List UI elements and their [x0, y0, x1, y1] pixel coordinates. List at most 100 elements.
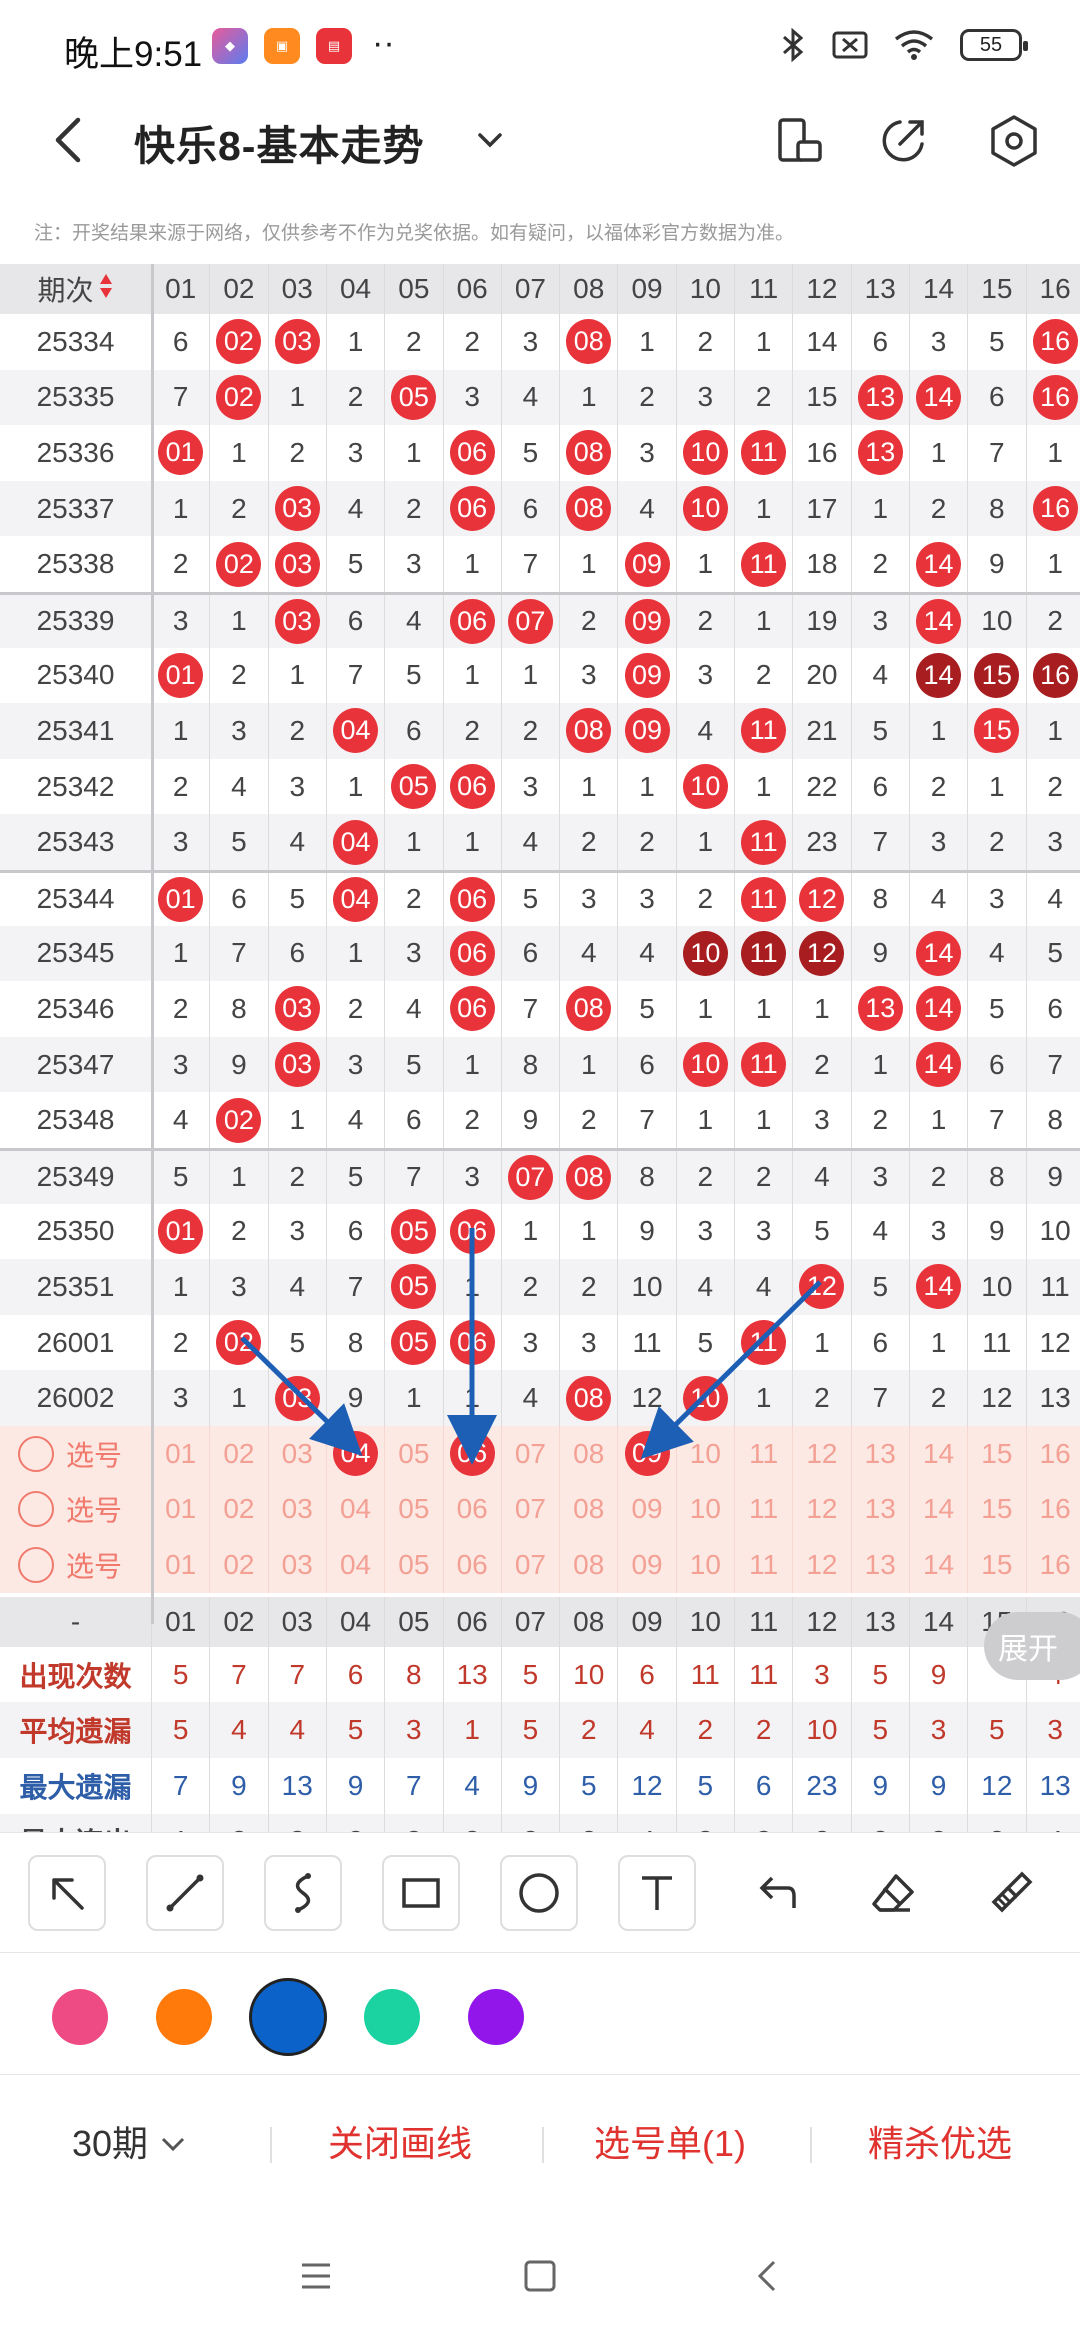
pick-number[interactable]: 11 — [734, 1481, 792, 1538]
sort-icon[interactable] — [98, 272, 114, 307]
pick-number[interactable]: 14 — [908, 1481, 967, 1538]
pick-number[interactable]: 12 — [792, 1426, 850, 1482]
pick-number[interactable]: 10 — [675, 1537, 734, 1593]
table-cell: 03 — [267, 536, 326, 592]
text-tool[interactable] — [618, 1855, 696, 1931]
status-right: 55 — [780, 28, 1028, 62]
pick-number[interactable]: 06 — [442, 1481, 501, 1538]
pick-number[interactable]: 11 — [734, 1426, 792, 1482]
pick-number[interactable]: 08 — [559, 1537, 617, 1593]
back-icon[interactable] — [748, 2256, 788, 2296]
color-purple[interactable] — [468, 1989, 524, 2045]
table-cell: 1 — [325, 925, 384, 982]
pick-number[interactable]: 12 — [792, 1481, 850, 1538]
chevron-down-icon[interactable] — [470, 120, 510, 160]
pick-number[interactable]: 10 — [675, 1481, 734, 1538]
pick-number[interactable]: 14 — [908, 1537, 967, 1593]
color-blue-selected[interactable] — [249, 1978, 327, 2056]
line-tool[interactable] — [146, 1855, 224, 1931]
undo-tool[interactable] — [736, 1855, 814, 1931]
color-orange[interactable] — [156, 1989, 212, 2045]
pick-number[interactable]: 02 — [209, 1481, 267, 1538]
table-cell: 5 — [325, 536, 384, 592]
pick-number[interactable]: 01 — [151, 1481, 209, 1538]
clear-tool[interactable] — [972, 1855, 1050, 1931]
pick-number[interactable]: 04 — [325, 1537, 384, 1593]
table-cell: 1 — [151, 480, 209, 537]
pick-number[interactable]: 02 — [209, 1537, 267, 1593]
pick-number[interactable]: 12 — [792, 1537, 850, 1593]
pick-number[interactable]: 04 — [325, 1481, 384, 1538]
column-header: 15 — [967, 264, 1025, 314]
pick-number[interactable]: 07 — [500, 1537, 559, 1593]
page-title[interactable]: 快乐8-基本走势 — [134, 112, 424, 172]
precise-select-button[interactable]: 精杀优选 — [868, 2115, 1012, 2167]
pick-number[interactable]: 16 — [1025, 1481, 1080, 1538]
drawn-number-ball: 14 — [916, 598, 962, 644]
pick-number[interactable]: 03 — [267, 1537, 326, 1593]
share-icon[interactable] — [874, 112, 932, 170]
pick-number[interactable]: 13 — [850, 1537, 909, 1593]
radio-circle-icon[interactable] — [18, 1546, 54, 1583]
pick-number[interactable]: 09 — [617, 1426, 675, 1482]
pick-number[interactable]: 15 — [967, 1537, 1025, 1593]
pick-number[interactable]: 04 — [325, 1426, 384, 1482]
period-selector[interactable]: 30期 — [72, 2115, 188, 2167]
pick-number[interactable]: 16 — [1025, 1426, 1080, 1482]
color-pink[interactable] — [52, 1989, 108, 2045]
stats-label: 出现次数 — [19, 1660, 132, 1692]
pick-row-label[interactable]: 选号 — [0, 1537, 151, 1593]
pick-number[interactable]: 16 — [1025, 1537, 1080, 1593]
table-cell: 7 — [500, 536, 559, 592]
pick-number[interactable]: 10 — [675, 1426, 734, 1482]
eraser-tool[interactable] — [854, 1855, 932, 1931]
pick-number[interactable]: 14 — [908, 1426, 967, 1482]
curve-tool[interactable] — [264, 1855, 342, 1931]
pick-row-label[interactable]: 选号 — [0, 1482, 151, 1538]
home-icon[interactable] — [520, 2256, 560, 2296]
pick-number[interactable]: 08 — [559, 1426, 617, 1482]
table-cell: 2 — [151, 1314, 209, 1371]
pick-number[interactable]: 05 — [384, 1481, 442, 1538]
rotate-screen-icon[interactable] — [770, 112, 828, 170]
pick-number[interactable]: 15 — [967, 1426, 1025, 1482]
back-arrow-icon[interactable] — [40, 110, 100, 170]
pick-number[interactable]: 07 — [500, 1481, 559, 1538]
pick-number[interactable]: 09 — [617, 1537, 675, 1593]
circle-tool[interactable] — [500, 1855, 578, 1931]
pick-list-button[interactable]: 选号单(1) — [594, 2115, 746, 2167]
settings-hexagon-icon[interactable] — [985, 112, 1043, 170]
radio-circle-icon[interactable] — [18, 1491, 54, 1528]
pick-number[interactable]: 15 — [967, 1481, 1025, 1538]
pick-number[interactable]: 01 — [151, 1426, 209, 1482]
pick-number[interactable]: 03 — [267, 1426, 326, 1482]
pick-number[interactable]: 02 — [209, 1426, 267, 1482]
selected-pick-ball[interactable]: 09 — [624, 1431, 670, 1477]
pick-number[interactable]: 13 — [850, 1481, 909, 1538]
table-row: 25349 5 1 2 5 7 3 07 08 8 2 2 4 3 2 8 9 — [0, 1148, 1080, 1204]
pick-number[interactable]: 07 — [500, 1426, 559, 1482]
period-header[interactable]: 期次 — [0, 264, 151, 314]
pick-number[interactable]: 06 — [442, 1426, 501, 1482]
selected-pick-ball[interactable]: 04 — [333, 1431, 379, 1477]
pick-number[interactable]: 05 — [384, 1426, 442, 1482]
drawn-number-ball: 10 — [682, 430, 728, 476]
pick-number[interactable]: 05 — [384, 1537, 442, 1593]
selected-pick-ball[interactable]: 06 — [449, 1431, 495, 1477]
expand-button[interactable]: 展开 — [984, 1612, 1080, 1680]
close-line-button[interactable]: 关闭画线 — [328, 2115, 472, 2167]
pick-number[interactable]: 09 — [617, 1481, 675, 1538]
pick-row-label[interactable]: 选号 — [0, 1426, 151, 1482]
rectangle-tool[interactable] — [382, 1855, 460, 1931]
pick-number[interactable]: 13 — [850, 1426, 909, 1482]
pointer-arrow-tool[interactable] — [28, 1855, 106, 1931]
color-teal[interactable] — [364, 1989, 420, 2045]
menu-icon[interactable] — [296, 2256, 336, 2296]
table-cell: 1 — [734, 480, 792, 537]
pick-number[interactable]: 06 — [442, 1537, 501, 1593]
radio-circle-icon[interactable] — [18, 1435, 54, 1472]
pick-number[interactable]: 11 — [734, 1537, 792, 1593]
pick-number[interactable]: 08 — [559, 1481, 617, 1538]
pick-number[interactable]: 01 — [151, 1537, 209, 1593]
pick-number[interactable]: 03 — [267, 1481, 326, 1538]
